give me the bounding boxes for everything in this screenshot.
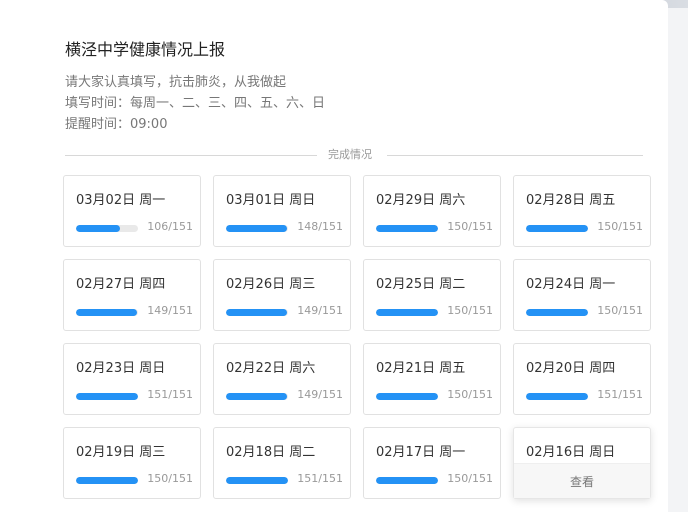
completion-count: 150/151	[597, 304, 643, 317]
completion-count: 150/151	[447, 472, 493, 485]
tile-date: 03月01日 周日	[226, 193, 316, 208]
completion-count: 149/151	[297, 388, 343, 401]
completion-progress-bar	[376, 225, 438, 232]
completion-progress-fill	[76, 225, 120, 232]
tile-date: 02月21日 周五	[376, 361, 466, 376]
tile-date: 02月28日 周五	[526, 193, 616, 208]
tile-date: 02月23日 周日	[76, 361, 166, 376]
completion-progress-fill	[76, 309, 138, 316]
completion-count: 151/151	[297, 472, 343, 485]
completion-count: 151/151	[597, 388, 643, 401]
day-tile[interactable]: 02月21日 周五 150/151	[363, 343, 501, 415]
completion-progress-fill	[526, 309, 588, 316]
description-line-3: 提醒时间：09:00	[65, 117, 168, 132]
day-tile[interactable]: 02月23日 周日 151/151	[63, 343, 201, 415]
completion-progress-fill	[526, 393, 588, 400]
report-card: 横泾中学健康情况上报 请大家认真填写，抗击肺炎，从我做起 填写时间：每周一、二、…	[0, 0, 668, 512]
completion-progress-bar	[226, 477, 288, 484]
completion-count: 106/151	[147, 220, 193, 233]
completion-progress-fill	[76, 477, 138, 484]
completion-count: 150/151	[447, 388, 493, 401]
section-label: 完成情况	[328, 148, 372, 161]
day-tile[interactable]: 02月29日 周六 150/151	[363, 175, 501, 247]
tile-date: 03月02日 周一	[76, 193, 166, 208]
completion-progress-fill	[226, 393, 288, 400]
completion-count: 150/151	[447, 304, 493, 317]
tile-date: 02月29日 周六	[376, 193, 466, 208]
tile-date: 02月24日 周一	[526, 277, 616, 292]
completion-count: 150/151	[147, 472, 193, 485]
completion-progress-bar	[526, 309, 588, 316]
tile-date: 02月16日 周日	[526, 445, 616, 460]
description-line-1: 请大家认真填写，抗击肺炎，从我做起	[65, 75, 287, 90]
completion-progress-bar	[376, 309, 438, 316]
completion-progress-bar	[76, 309, 138, 316]
completion-progress-fill	[226, 225, 287, 232]
completion-progress-bar	[226, 393, 288, 400]
tile-date: 02月17日 周一	[376, 445, 466, 460]
completion-progress-fill	[376, 309, 438, 316]
completion-progress-bar	[226, 309, 288, 316]
day-tile[interactable]: 02月24日 周一 150/151	[513, 259, 651, 331]
section-divider: 完成情况	[65, 146, 643, 164]
page-title: 横泾中学健康情况上报	[65, 40, 226, 59]
completion-progress-fill	[226, 309, 288, 316]
completion-count: 150/151	[447, 220, 493, 233]
completion-count: 148/151	[297, 220, 343, 233]
day-tile[interactable]: 02月28日 周五 150/151	[513, 175, 651, 247]
completion-progress-fill	[76, 393, 138, 400]
tile-date: 02月22日 周六	[226, 361, 316, 376]
completion-progress-fill	[526, 225, 588, 232]
completion-progress-bar	[76, 477, 138, 484]
day-tile[interactable]: 02月16日 周日查看	[513, 427, 651, 499]
completion-count: 149/151	[297, 304, 343, 317]
day-tile[interactable]: 03月02日 周一 106/151	[63, 175, 201, 247]
day-tile[interactable]: 02月27日 周四 149/151	[63, 259, 201, 331]
completion-progress-bar	[226, 225, 288, 232]
completion-progress-bar	[76, 225, 138, 232]
tile-date: 02月19日 周三	[76, 445, 166, 460]
completion-count: 149/151	[147, 304, 193, 317]
completion-progress-bar	[526, 393, 588, 400]
completion-progress-bar	[376, 393, 438, 400]
completion-count: 151/151	[147, 388, 193, 401]
day-tile[interactable]: 02月19日 周三 150/151	[63, 427, 201, 499]
completion-count: 150/151	[597, 220, 643, 233]
completion-progress-fill	[226, 477, 288, 484]
day-tile[interactable]: 02月22日 周六 149/151	[213, 343, 351, 415]
view-button[interactable]: 查看	[514, 463, 650, 498]
day-tile[interactable]: 02月17日 周一 150/151	[363, 427, 501, 499]
tile-date: 02月20日 周四	[526, 361, 616, 376]
day-tile[interactable]: 02月20日 周四 151/151	[513, 343, 651, 415]
completion-progress-bar	[526, 225, 588, 232]
divider-line-left	[65, 155, 317, 156]
completion-progress-bar	[76, 393, 138, 400]
description-line-2: 填写时间：每周一、二、三、四、五、六、日	[65, 96, 326, 111]
completion-progress-bar	[376, 477, 438, 484]
day-tile[interactable]: 03月01日 周日 148/151	[213, 175, 351, 247]
day-grid: 03月02日 周一 106/151 03月01日 周日 148/151 02月29日 周…	[63, 175, 651, 499]
divider-line-right	[387, 155, 643, 156]
day-tile[interactable]: 02月18日 周二 151/151	[213, 427, 351, 499]
day-tile[interactable]: 02月25日 周二 150/151	[363, 259, 501, 331]
tile-date: 02月26日 周三	[226, 277, 316, 292]
tile-date: 02月25日 周二	[376, 277, 466, 292]
completion-progress-fill	[376, 393, 438, 400]
completion-progress-fill	[376, 225, 438, 232]
tile-date: 02月18日 周二	[226, 445, 316, 460]
tile-date: 02月27日 周四	[76, 277, 166, 292]
completion-progress-fill	[376, 477, 438, 484]
day-tile[interactable]: 02月26日 周三 149/151	[213, 259, 351, 331]
